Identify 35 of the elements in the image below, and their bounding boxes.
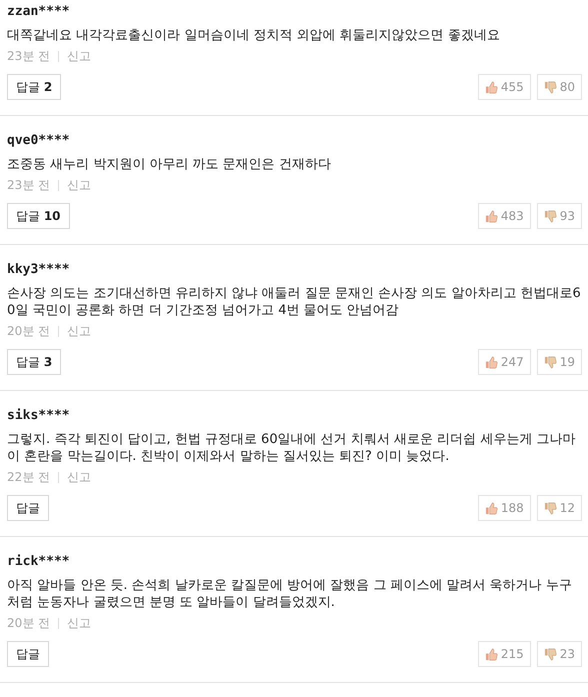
timestamp: 20분 전 [7,323,50,339]
username: zzan**** [7,4,71,20]
reply-button[interactable]: 답글 3 [7,349,62,375]
like-button[interactable]: 215 [478,641,531,667]
like-button[interactable]: 455 [478,74,531,100]
report-link[interactable]: 신고 [67,177,92,193]
report-link[interactable]: 신고 [67,469,92,485]
like-button[interactable]: 247 [478,349,531,375]
username: siks**** [7,408,71,424]
reply-button[interactable]: 답글 [7,495,49,521]
username: kky3**** [7,262,71,278]
comment-text: 손사장 의도는 조기대선하면 유리하지 않냐 애둘러 질문 문재인 손사장 의도 알아차리고 헌법대로60일 국민이 공론화 하면 더 기간조정 넘어가고 4번 물어도 안넘어감 [7,285,582,319]
dislike-button[interactable]: 19 [536,349,582,375]
username: rick**** [7,554,71,570]
comment-text: 아직 알바들 안온 듯. 손석희 날카로운 칼질문에 방어에 잘했음 그 페이스에 말려서 욱하거나 누구처럼 눈동자나 굴렸으면 분명 또 알바들이 달려들었겠지. [7,577,573,611]
timestamp: 23분 전 [7,48,50,64]
comment-text: 그렇지. 즉각 퇴진이 답이고, 헌법 규정대로 60일내에 선거 치뤄서 새로운 리더쉽 세우는게 그나마 이 혼란을 막는길이다. 친박이 이제와서 말하는 질서있는 퇴진? 이미 늦었다. [7,431,576,465]
timestamp: 22분 전 [7,469,50,485]
timestamp: 23분 전 [7,177,50,193]
comment-text: 조중동 새누리 박지원이 아무리 까도 문재인은 건재하다 [7,156,332,173]
timestamp: 20분 전 [7,615,50,631]
reply-button[interactable]: 답글 10 [7,203,70,229]
report-link[interactable]: 신고 [67,323,92,339]
like-button[interactable]: 188 [478,495,531,521]
dislike-button[interactable]: 80 [536,74,582,100]
reply-button[interactable]: 답글 [7,641,49,667]
comment-text: 대쪽같네요 내각각료출신이라 일머슴이네 정치적 외압에 휘둘리지않았으면 좋겠네요 [7,27,501,44]
report-link[interactable]: 신고 [67,615,92,631]
username: qve0**** [7,133,71,149]
report-link[interactable]: 신고 [67,48,92,64]
dislike-button[interactable]: 23 [536,641,582,667]
like-button[interactable]: 483 [478,203,531,229]
dislike-button[interactable]: 12 [536,495,582,521]
reply-button[interactable]: 답글 2 [7,74,62,100]
dislike-button[interactable]: 93 [536,203,582,229]
